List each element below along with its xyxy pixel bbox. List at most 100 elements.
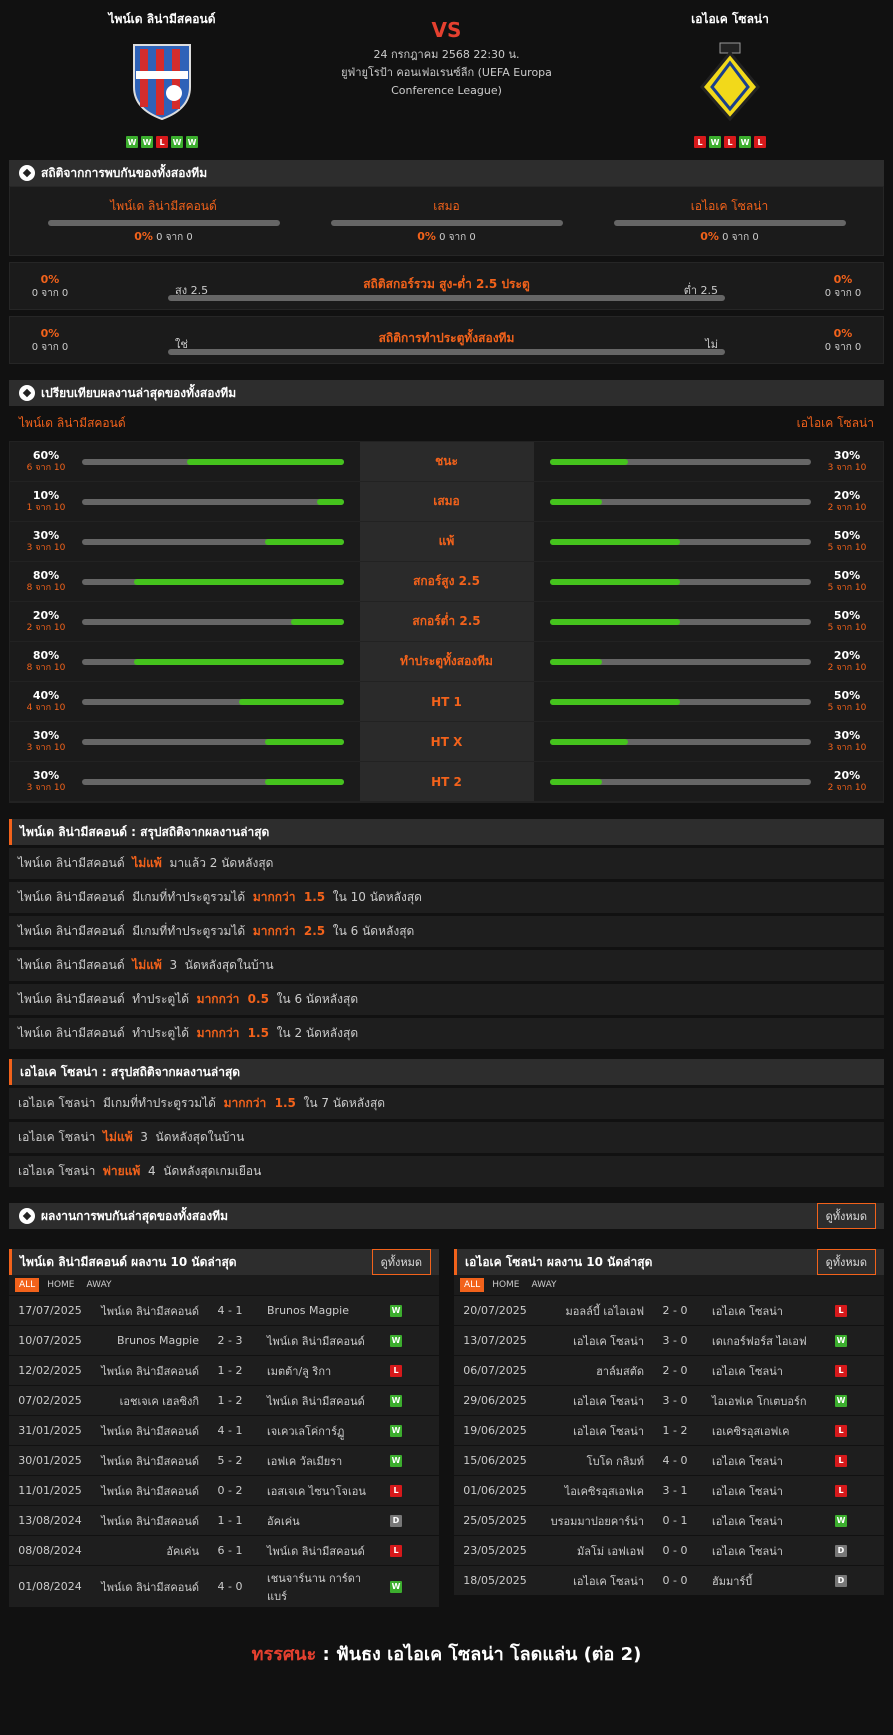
result-badge: W [390, 1454, 402, 1467]
away-pct: 50% [833, 688, 861, 702]
home-stat: 60% 6 จาก 10 [26, 449, 66, 475]
match-row[interactable]: 08/08/2024 อัคเค่น 6 - 1 ไพน์เด ลิน่ามีสคอน… [9, 1535, 439, 1565]
home-bar [82, 658, 344, 665]
btts-title: สถิติการทำประตูทั้งสองทีม [378, 331, 515, 345]
compare-home-side: 60% 6 จาก 10 [10, 442, 360, 481]
match-date: 24 กรกฎาคม 2568 22:30 น. [373, 48, 520, 61]
match-row[interactable]: 31/01/2025 ไพน์เด ลิน่ามีสคอนด์ 4 - 1 เจเคว… [9, 1415, 439, 1445]
match-row[interactable]: 29/06/2025 เอไอเค โซลน่า 3 - 0 ไอเอฟเค โกเต… [454, 1385, 884, 1415]
match-away: ไพน์เด ลิน่ามีสคอนด์ [267, 1544, 365, 1558]
home-bar-fill [265, 778, 344, 785]
match-row[interactable]: 01/06/2025 ไอเคซิรอุสเอฟเค 3 - 1 เอไอเค โซล… [454, 1475, 884, 1505]
see-all-button[interactable]: ดูทั้งหมด [816, 1203, 876, 1229]
match-row[interactable]: 07/02/2025 เอชเจเค เฮลซิงกิ 1 - 2 ไพน์เด ลิ… [9, 1385, 439, 1415]
h2h-box: ไพน์เด ลิน่ามีสคอนด์ 0% 0 จาก 0 เสมอ 0% 0 จ… [9, 186, 884, 256]
home-bar-fill [291, 618, 344, 625]
match-row[interactable]: 19/06/2025 เอไอเค โซลน่า 1 - 2 เอเคซิรอุสเอ… [454, 1415, 884, 1445]
match-row[interactable]: 17/07/2025 ไพน์เด ลิน่ามีสคอนด์ 4 - 1 Bruno… [9, 1295, 439, 1325]
home-crest-icon [133, 44, 191, 121]
match-away: เอเคซิรอุสเอฟเค [712, 1424, 790, 1438]
away-stat: 20% 2 จาก 10 [827, 649, 867, 675]
recent-matches: ไพน์เด ลิน่ามีสคอนด์ ผลงาน 10 นัดล่าสุด ด… [9, 1249, 884, 1607]
compare-row: 20% 2 จาก 10 สกอร์ต่ำ 2.5 50% 5 จาก 10 [10, 602, 883, 642]
tab-away[interactable]: AWAY [528, 1278, 561, 1292]
match-away: เอไอเค โซลน่า [712, 1484, 783, 1498]
result-badge: W [390, 1334, 402, 1347]
home-bar [82, 778, 344, 785]
compare-away-name: เอไอเค โซลน่า [796, 416, 874, 430]
match-result: W [381, 1334, 411, 1347]
compare-label: ทำประตูทั้งสองทีม [359, 642, 534, 681]
match-row[interactable]: 10/07/2025 Brunos Magpie 2 - 3 ไพน์เด ลิน่า… [9, 1325, 439, 1355]
btts-left-pct: 0% [40, 327, 60, 340]
match-row[interactable]: 13/08/2024 ไพน์เด ลิน่ามีสคอนด์ 1 - 1 อัคเค… [9, 1505, 439, 1535]
match-home: เอไอเค โซลน่า [573, 1334, 644, 1348]
match-row[interactable]: 06/07/2025 ฮาล์มสตัด 2 - 0 เอไอเค โซลน่า L [454, 1355, 884, 1385]
summary-highlight: มากกว่า 1.5 [196, 1026, 269, 1040]
compare-label: สกอร์ต่ำ 2.5 [359, 602, 534, 641]
match-row[interactable]: 01/08/2024 ไพน์เด ลิน่ามีสคอนด์ 4 - 0 เชนจา… [9, 1565, 439, 1607]
result-badge: W [390, 1394, 402, 1407]
home-stat: 30% 3 จาก 10 [26, 769, 66, 795]
away-count: 5 จาก 10 [827, 542, 867, 553]
match-score: 4 - 1 [217, 1304, 243, 1317]
match-row[interactable]: 13/07/2025 เอไอเค โซลน่า 3 - 0 เดเกอร์ฟอร์ส… [454, 1325, 884, 1355]
compare-row: 60% 6 จาก 10 ชนะ 30% 3 จาก 10 [10, 442, 883, 482]
tab-home[interactable]: HOME [43, 1278, 78, 1292]
summary-text: เอไอเค โซลน่า [18, 1164, 104, 1178]
away-summary-header: เอไอเค โซลน่า : สรุปสถิติจากผลงานล่าสุด [9, 1059, 884, 1085]
summary-text: ใน 6 นัดหลังสุด [268, 992, 359, 1006]
compare-teams: ไพน์เด ลิน่ามีสคอนด์ เอไอเค โซลน่า [9, 406, 884, 441]
match-row[interactable]: 25/05/2025 บรอมมาปอยคาร์น่า 0 - 1 เอไอเค โซ… [454, 1505, 884, 1535]
tab-all[interactable]: ALL [15, 1278, 40, 1292]
h2h-of: 0 จาก 0 [152, 232, 193, 243]
home-see-all-button[interactable]: ดูทั้งหมด [371, 1249, 431, 1275]
away-count: 5 จาก 10 [827, 582, 867, 593]
away-bar [549, 658, 811, 665]
match-score: 0 - 0 [662, 1574, 688, 1587]
match-away: เชนจาร์นาน การ์ดาแบร์ [267, 1571, 362, 1603]
match-home: เอไอเค โซลน่า [573, 1394, 644, 1408]
match-row[interactable]: 18/05/2025 เอไอเค โซลน่า 0 - 0 ฮัมมาร์บี้ D [454, 1565, 884, 1595]
summary-text: เอไอเค โซลน่า [18, 1130, 104, 1144]
home-stat: 40% 4 จาก 10 [26, 689, 66, 715]
compare-home-side: 30% 3 จาก 10 [10, 722, 360, 761]
tab-all[interactable]: ALL [460, 1278, 485, 1292]
result-badge: L [835, 1364, 847, 1377]
home-recent: ไพน์เด ลิน่ามีสคอนด์ ผลงาน 10 นัดล่าสุด ด… [9, 1249, 439, 1607]
home-count: 8 จาก 10 [26, 662, 66, 673]
tab-home[interactable]: HOME [488, 1278, 523, 1292]
match-row[interactable]: 20/07/2025 มอลล์บี้ เอไอเอฟ 2 - 0 เอไอเค โซ… [454, 1295, 884, 1325]
match-away: ไพน์เด ลิน่ามีสคอนด์ [267, 1394, 365, 1408]
away-count: 5 จาก 10 [827, 702, 867, 713]
h2h-bar [330, 220, 563, 226]
summary-text: ใน 7 นัดหลังสุด [295, 1096, 386, 1110]
home-count: 6 จาก 10 [26, 462, 66, 473]
match-date: 08/08/2024 [18, 1544, 82, 1557]
match-row[interactable]: 30/01/2025 ไพน์เด ลิน่ามีสคอนด์ 5 - 2 เอฟเค… [9, 1445, 439, 1475]
match-row[interactable]: 15/06/2025 โบโด กลิมท์ 4 - 0 เอไอเค โซลน่า L [454, 1445, 884, 1475]
summary-highlight: มากกว่า 2.5 [252, 924, 326, 938]
form-badge: L [156, 136, 168, 148]
home-team[interactable]: ไพน์เด ลิน่ามีสคอนด์ WWLWW [72, 10, 252, 148]
match-result: W [826, 1394, 856, 1407]
away-team[interactable]: เอไอเค โซลน่า LWLWL [640, 10, 820, 148]
away-see-all-button[interactable]: ดูทั้งหมด [816, 1249, 876, 1275]
home-bar-fill [134, 658, 344, 665]
home-summary-list: ไพน์เด ลิน่ามีสคอนด์ ไม่แพ้ มาแล้ว 2 นัด… [0, 848, 893, 1049]
tab-away[interactable]: AWAY [83, 1278, 116, 1292]
home-bar-fill [317, 498, 344, 505]
h2h-label: เสมอ [433, 199, 460, 213]
compare-row: 30% 3 จาก 10 แพ้ 50% 5 จาก 10 [10, 522, 883, 562]
match-home: ไพน์เด ลิน่ามีสคอนด์ [101, 1484, 199, 1498]
match-row[interactable]: 12/02/2025 ไพน์เด ลิน่ามีสคอนด์ 1 - 2 เมตต้… [9, 1355, 439, 1385]
away-stat: 20% 2 จาก 10 [827, 769, 867, 795]
compare-table: 60% 6 จาก 10 ชนะ 30% 3 จาก 10 10% 1 จาก 10 เสมอ… [9, 441, 884, 803]
match-row[interactable]: 11/01/2025 ไพน์เด ลิน่ามีสคอนด์ 0 - 2 เอสเจ… [9, 1475, 439, 1505]
home-stat: 30% 3 จาก 10 [26, 529, 66, 555]
compare-away-side: 50% 5 จาก 10 [533, 682, 883, 721]
away-summary-list: เอไอเค โซลน่า มีเกมที่ทำประตูรวมได้ มากก… [0, 1088, 893, 1187]
match-row[interactable]: 23/05/2025 มัลโม่ เอฟเอฟ 0 - 0 เอไอเค โซลน่… [454, 1535, 884, 1565]
home-stat: 80% 8 จาก 10 [26, 649, 66, 675]
match-result: W [381, 1424, 411, 1437]
